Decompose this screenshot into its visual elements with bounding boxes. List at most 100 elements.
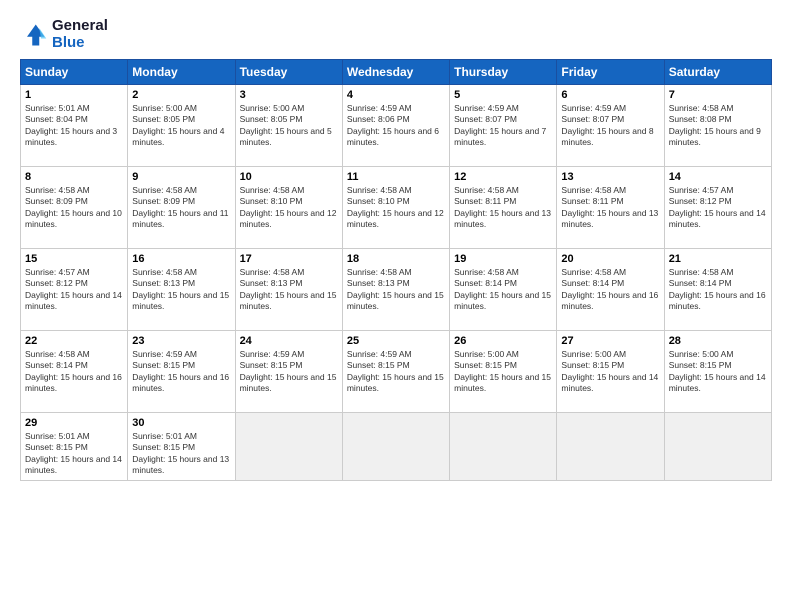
day-cell-4: 4 Sunrise: 4:59 AM Sunset: 8:06 PM Dayli… bbox=[342, 85, 449, 167]
day-cell-14: 14 Sunrise: 4:57 AM Sunset: 8:12 PM Dayl… bbox=[664, 167, 771, 249]
day-cell-18: 18 Sunrise: 4:58 AM Sunset: 8:13 PM Dayl… bbox=[342, 249, 449, 331]
day-info: Sunrise: 5:00 AM Sunset: 8:05 PM Dayligh… bbox=[240, 103, 338, 149]
day-info: Sunrise: 5:00 AM Sunset: 8:15 PM Dayligh… bbox=[669, 349, 767, 395]
day-info: Sunrise: 4:58 AM Sunset: 8:13 PM Dayligh… bbox=[347, 267, 445, 313]
day-cell-12: 12 Sunrise: 4:58 AM Sunset: 8:11 PM Dayl… bbox=[450, 167, 557, 249]
logo-text-blue: Blue bbox=[52, 34, 85, 51]
day-number: 21 bbox=[669, 253, 767, 265]
day-cell-20: 20 Sunrise: 4:58 AM Sunset: 8:14 PM Dayl… bbox=[557, 249, 664, 331]
day-info: Sunrise: 5:01 AM Sunset: 8:04 PM Dayligh… bbox=[25, 103, 123, 149]
empty-cell bbox=[450, 413, 557, 481]
day-info: Sunrise: 4:58 AM Sunset: 8:09 PM Dayligh… bbox=[132, 185, 230, 231]
empty-cell bbox=[235, 413, 342, 481]
day-cell-28: 28 Sunrise: 5:00 AM Sunset: 8:15 PM Dayl… bbox=[664, 331, 771, 413]
day-info: Sunrise: 4:57 AM Sunset: 8:12 PM Dayligh… bbox=[25, 267, 123, 313]
day-number: 24 bbox=[240, 335, 338, 347]
calendar-week-3: 15 Sunrise: 4:57 AM Sunset: 8:12 PM Dayl… bbox=[21, 249, 772, 331]
day-info: Sunrise: 4:59 AM Sunset: 8:15 PM Dayligh… bbox=[132, 349, 230, 395]
day-cell-2: 2 Sunrise: 5:00 AM Sunset: 8:05 PM Dayli… bbox=[128, 85, 235, 167]
day-cell-16: 16 Sunrise: 4:58 AM Sunset: 8:13 PM Dayl… bbox=[128, 249, 235, 331]
day-number: 13 bbox=[561, 171, 659, 183]
empty-cell bbox=[557, 413, 664, 481]
day-cell-8: 8 Sunrise: 4:58 AM Sunset: 8:09 PM Dayli… bbox=[21, 167, 128, 249]
day-cell-22: 22 Sunrise: 4:58 AM Sunset: 8:14 PM Dayl… bbox=[21, 331, 128, 413]
day-info: Sunrise: 4:59 AM Sunset: 8:06 PM Dayligh… bbox=[347, 103, 445, 149]
day-info: Sunrise: 5:01 AM Sunset: 8:15 PM Dayligh… bbox=[25, 431, 123, 477]
day-cell-24: 24 Sunrise: 4:59 AM Sunset: 8:15 PM Dayl… bbox=[235, 331, 342, 413]
day-info: Sunrise: 4:58 AM Sunset: 8:14 PM Dayligh… bbox=[454, 267, 552, 313]
day-number: 14 bbox=[669, 171, 767, 183]
day-info: Sunrise: 5:00 AM Sunset: 8:15 PM Dayligh… bbox=[454, 349, 552, 395]
day-number: 29 bbox=[25, 417, 123, 429]
day-info: Sunrise: 4:58 AM Sunset: 8:14 PM Dayligh… bbox=[561, 267, 659, 313]
day-number: 7 bbox=[669, 89, 767, 101]
day-number: 4 bbox=[347, 89, 445, 101]
day-cell-21: 21 Sunrise: 4:58 AM Sunset: 8:14 PM Dayl… bbox=[664, 249, 771, 331]
day-cell-9: 9 Sunrise: 4:58 AM Sunset: 8:09 PM Dayli… bbox=[128, 167, 235, 249]
calendar-header-monday: Monday bbox=[128, 60, 235, 85]
day-info: Sunrise: 4:57 AM Sunset: 8:12 PM Dayligh… bbox=[669, 185, 767, 231]
day-info: Sunrise: 5:01 AM Sunset: 8:15 PM Dayligh… bbox=[132, 431, 230, 477]
day-info: Sunrise: 5:00 AM Sunset: 8:15 PM Dayligh… bbox=[561, 349, 659, 395]
day-number: 12 bbox=[454, 171, 552, 183]
day-number: 26 bbox=[454, 335, 552, 347]
day-number: 2 bbox=[132, 89, 230, 101]
day-info: Sunrise: 4:58 AM Sunset: 8:14 PM Dayligh… bbox=[669, 267, 767, 313]
day-info: Sunrise: 4:59 AM Sunset: 8:07 PM Dayligh… bbox=[454, 103, 552, 149]
day-cell-26: 26 Sunrise: 5:00 AM Sunset: 8:15 PM Dayl… bbox=[450, 331, 557, 413]
header: General Blue bbox=[20, 18, 772, 51]
day-number: 22 bbox=[25, 335, 123, 347]
calendar-week-5: 29 Sunrise: 5:01 AM Sunset: 8:15 PM Dayl… bbox=[21, 413, 772, 481]
day-info: Sunrise: 4:58 AM Sunset: 8:11 PM Dayligh… bbox=[454, 185, 552, 231]
logo-text-general: General bbox=[52, 17, 108, 34]
day-number: 15 bbox=[25, 253, 123, 265]
day-cell-11: 11 Sunrise: 4:58 AM Sunset: 8:10 PM Dayl… bbox=[342, 167, 449, 249]
day-info: Sunrise: 4:58 AM Sunset: 8:08 PM Dayligh… bbox=[669, 103, 767, 149]
calendar-header-wednesday: Wednesday bbox=[342, 60, 449, 85]
calendar-header-tuesday: Tuesday bbox=[235, 60, 342, 85]
day-number: 19 bbox=[454, 253, 552, 265]
day-info: Sunrise: 4:58 AM Sunset: 8:11 PM Dayligh… bbox=[561, 185, 659, 231]
day-number: 23 bbox=[132, 335, 230, 347]
day-info: Sunrise: 4:59 AM Sunset: 8:15 PM Dayligh… bbox=[240, 349, 338, 395]
calendar-header-saturday: Saturday bbox=[664, 60, 771, 85]
day-info: Sunrise: 4:58 AM Sunset: 8:10 PM Dayligh… bbox=[347, 185, 445, 231]
day-cell-13: 13 Sunrise: 4:58 AM Sunset: 8:11 PM Dayl… bbox=[557, 167, 664, 249]
day-number: 5 bbox=[454, 89, 552, 101]
day-info: Sunrise: 4:58 AM Sunset: 8:13 PM Dayligh… bbox=[240, 267, 338, 313]
day-cell-6: 6 Sunrise: 4:59 AM Sunset: 8:07 PM Dayli… bbox=[557, 85, 664, 167]
calendar-table: SundayMondayTuesdayWednesdayThursdayFrid… bbox=[20, 59, 772, 481]
calendar-header-row: SundayMondayTuesdayWednesdayThursdayFrid… bbox=[21, 60, 772, 85]
day-info: Sunrise: 4:59 AM Sunset: 8:07 PM Dayligh… bbox=[561, 103, 659, 149]
day-number: 11 bbox=[347, 171, 445, 183]
day-cell-19: 19 Sunrise: 4:58 AM Sunset: 8:14 PM Dayl… bbox=[450, 249, 557, 331]
day-number: 8 bbox=[25, 171, 123, 183]
day-cell-25: 25 Sunrise: 4:59 AM Sunset: 8:15 PM Dayl… bbox=[342, 331, 449, 413]
logo-icon bbox=[20, 21, 48, 49]
calendar-header-thursday: Thursday bbox=[450, 60, 557, 85]
day-cell-3: 3 Sunrise: 5:00 AM Sunset: 8:05 PM Dayli… bbox=[235, 85, 342, 167]
day-number: 30 bbox=[132, 417, 230, 429]
day-info: Sunrise: 4:58 AM Sunset: 8:09 PM Dayligh… bbox=[25, 185, 123, 231]
day-number: 9 bbox=[132, 171, 230, 183]
day-cell-7: 7 Sunrise: 4:58 AM Sunset: 8:08 PM Dayli… bbox=[664, 85, 771, 167]
day-cell-1: 1 Sunrise: 5:01 AM Sunset: 8:04 PM Dayli… bbox=[21, 85, 128, 167]
page: General Blue SundayMondayTuesdayWednesda… bbox=[0, 0, 792, 612]
calendar-week-1: 1 Sunrise: 5:01 AM Sunset: 8:04 PM Dayli… bbox=[21, 85, 772, 167]
day-info: Sunrise: 5:00 AM Sunset: 8:05 PM Dayligh… bbox=[132, 103, 230, 149]
day-cell-5: 5 Sunrise: 4:59 AM Sunset: 8:07 PM Dayli… bbox=[450, 85, 557, 167]
day-number: 10 bbox=[240, 171, 338, 183]
day-number: 25 bbox=[347, 335, 445, 347]
day-cell-29: 29 Sunrise: 5:01 AM Sunset: 8:15 PM Dayl… bbox=[21, 413, 128, 481]
day-number: 3 bbox=[240, 89, 338, 101]
day-cell-15: 15 Sunrise: 4:57 AM Sunset: 8:12 PM Dayl… bbox=[21, 249, 128, 331]
day-number: 28 bbox=[669, 335, 767, 347]
day-cell-10: 10 Sunrise: 4:58 AM Sunset: 8:10 PM Dayl… bbox=[235, 167, 342, 249]
day-info: Sunrise: 4:59 AM Sunset: 8:15 PM Dayligh… bbox=[347, 349, 445, 395]
calendar-week-4: 22 Sunrise: 4:58 AM Sunset: 8:14 PM Dayl… bbox=[21, 331, 772, 413]
calendar-week-2: 8 Sunrise: 4:58 AM Sunset: 8:09 PM Dayli… bbox=[21, 167, 772, 249]
day-cell-27: 27 Sunrise: 5:00 AM Sunset: 8:15 PM Dayl… bbox=[557, 331, 664, 413]
day-cell-30: 30 Sunrise: 5:01 AM Sunset: 8:15 PM Dayl… bbox=[128, 413, 235, 481]
day-cell-17: 17 Sunrise: 4:58 AM Sunset: 8:13 PM Dayl… bbox=[235, 249, 342, 331]
logo: General Blue bbox=[20, 18, 108, 51]
